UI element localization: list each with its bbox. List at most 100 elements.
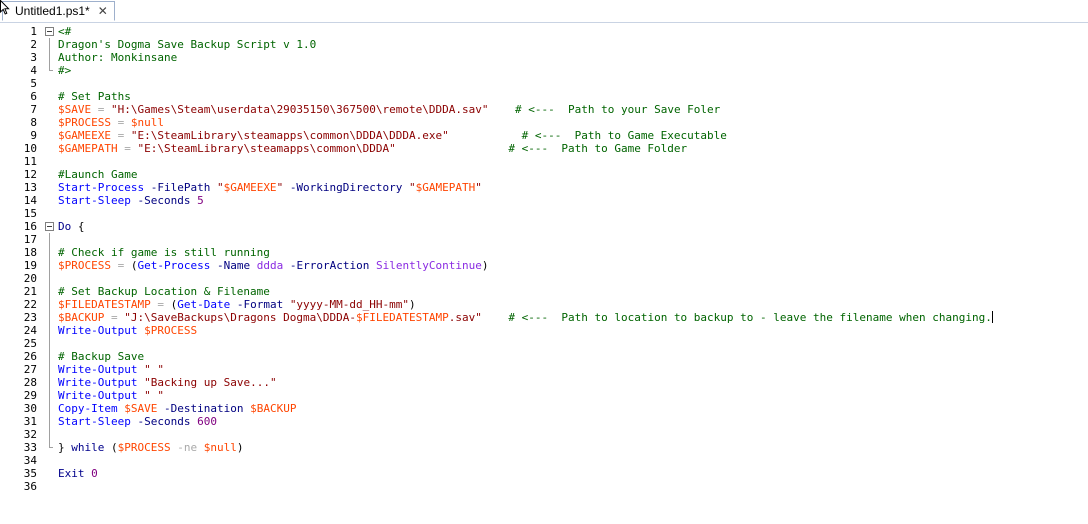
token-param: -WorkingDirectory <box>289 181 403 194</box>
fold-guide <box>45 337 54 350</box>
token-num: 600 <box>197 415 217 428</box>
code-line[interactable]: 31 Start-Sleep -Seconds 600 <box>0 415 1088 428</box>
code-line[interactable]: 6 # Set Paths <box>0 90 1088 103</box>
token-var: $FILEDATESTAMP <box>356 311 449 324</box>
token-kw: Exit <box>58 467 85 480</box>
code-text: Start-Sleep -Seconds 5 <box>58 194 204 207</box>
code-line[interactable]: 35 Exit 0 <box>0 467 1088 480</box>
code-text: Author: Monkinsane <box>58 51 177 64</box>
code-line[interactable]: 2 Dragon's Dogma Save Backup Script v 1.0 <box>0 38 1088 51</box>
token-var: $GAMEPATH <box>58 142 118 155</box>
line-number: 19 <box>23 259 37 272</box>
line-number: 11 <box>23 155 37 168</box>
code-line[interactable]: 3 Author: Monkinsane <box>0 51 1088 64</box>
token-comment: #Launch Game <box>58 168 138 181</box>
line-number: 18 <box>23 246 37 259</box>
code-line[interactable]: 18 # Check if game is still running <box>0 246 1088 259</box>
code-line[interactable]: 1 <# <box>0 25 1088 38</box>
token-comment: # <--- Path to location to backup to - l… <box>508 311 992 324</box>
code-line[interactable]: 23 $BACKUP = "J:\SaveBackups\Dragons Dogm… <box>0 311 1088 324</box>
code-line[interactable]: 14 Start-Sleep -Seconds 5 <box>0 194 1088 207</box>
code-line[interactable]: 11 <box>0 155 1088 168</box>
token-comment: Author: Monkinsane <box>58 51 178 64</box>
token-plain: ) <box>236 441 244 454</box>
tab-bar: Untitled1.ps1* ✕ <box>0 0 1088 23</box>
script-editor[interactable]: 1 <# 2 Dragon's Dogma Save Backup Script v … <box>0 23 1088 524</box>
code-line[interactable]: 5 <box>0 77 1088 90</box>
code-text: $GAMEEXE = "E:\SteamLibrary\steamapps\co… <box>58 129 727 142</box>
fold-guide <box>45 259 54 272</box>
code-line[interactable]: 22 $FILEDATESTAMP = (Get-Date -Format "yy… <box>0 298 1088 311</box>
code-line[interactable]: 27 Write-Output " " <box>0 363 1088 376</box>
code-line[interactable]: 13 Start-Process -FilePath "$GAMEEXE" -Wo… <box>0 181 1088 194</box>
token-op: = <box>117 142 138 155</box>
token-var: $FILEDATESTAMP <box>58 298 151 311</box>
code-line[interactable]: 30 Copy-Item $SAVE -Destination $BACKUP <box>0 402 1088 415</box>
token-num: 0 <box>91 467 98 480</box>
close-icon[interactable]: ✕ <box>98 5 108 17</box>
code-line[interactable]: 29 Write-Output " " <box>0 389 1088 402</box>
code-line[interactable]: 33} while ($PROCESS -ne $null) <box>0 441 1088 454</box>
code-line[interactable]: 8 $PROCESS = $null <box>0 116 1088 129</box>
token-op: = <box>150 298 171 311</box>
code-line[interactable]: 32 <box>0 428 1088 441</box>
code-line[interactable]: 7 $SAVE = "H:\Games\Steam\userdata\290351… <box>0 103 1088 116</box>
line-number: 10 <box>23 142 37 155</box>
token-comment: # Set Backup Location & Filename <box>58 285 270 298</box>
fold-collapse-icon[interactable] <box>45 25 54 38</box>
token-cmd: Get-Date <box>177 298 231 311</box>
code-text: #> <box>58 64 71 77</box>
code-line[interactable]: 28 Write-Output "Backing up Save..." <box>0 376 1088 389</box>
code-line[interactable]: 25 <box>0 337 1088 350</box>
line-number: 22 <box>23 298 37 311</box>
code-text: <# <box>58 25 71 38</box>
token-cmd: Write-Output <box>58 376 138 389</box>
code-line[interactable]: 9 $GAMEEXE = "E:\SteamLibrary\steamapps\c… <box>0 129 1088 142</box>
code-line[interactable]: 12 #Launch Game <box>0 168 1088 181</box>
line-number: 3 <box>30 51 37 64</box>
token-str: "H:\Games\Steam\userdata\29035150\367500… <box>111 103 489 116</box>
token-op: = <box>110 116 131 129</box>
line-number: 17 <box>23 233 37 246</box>
token-str: " " <box>144 389 164 402</box>
line-number: 32 <box>23 428 37 441</box>
code-line[interactable]: 26 # Backup Save <box>0 350 1088 363</box>
code-line[interactable]: 21 # Set Backup Location & Filename <box>0 285 1088 298</box>
token-member: ddda <box>256 259 284 272</box>
token-str: "Backing up Save..." <box>144 376 277 389</box>
code-line[interactable]: 36 <box>0 480 1088 493</box>
token-str: "J:\SaveBackups\Dragons Dogma\DDDA- <box>124 311 357 324</box>
code-line[interactable]: 19 $PROCESS = (Get-Process -Name ddda -Er… <box>0 259 1088 272</box>
code-line[interactable]: 20 <box>0 272 1088 285</box>
code-line[interactable]: 34 <box>0 454 1088 467</box>
token-str: " " <box>144 363 164 376</box>
code-line[interactable]: 16 Do { <box>0 220 1088 233</box>
fold-collapse-icon[interactable] <box>45 220 54 233</box>
line-number: 24 <box>23 324 37 337</box>
tab-untitled1[interactable]: Untitled1.ps1* ✕ <box>2 1 115 21</box>
token-cmd: Start-Sleep <box>58 415 131 428</box>
token-var: $BACKUP <box>58 311 105 324</box>
token-plain: } <box>58 441 72 454</box>
code-line[interactable]: 10 $GAMEPATH = "E:\SteamLibrary\steamapps… <box>0 142 1088 155</box>
token-op: = <box>110 129 131 142</box>
line-number: 13 <box>23 181 37 194</box>
fold-guide <box>45 311 54 324</box>
line-number: 29 <box>23 389 37 402</box>
code-line[interactable]: 4 #> <box>0 64 1088 77</box>
code-line[interactable]: 24 Write-Output $PROCESS <box>0 324 1088 337</box>
token-comment: # Check if game is still running <box>58 246 270 259</box>
line-number: 21 <box>23 285 37 298</box>
token-cmd: Write-Output <box>58 324 138 337</box>
code-line[interactable]: 15 <box>0 207 1088 220</box>
code-line[interactable]: 17 <box>0 233 1088 246</box>
token-param: -FilePath <box>150 181 211 194</box>
line-number: 33 <box>23 441 37 454</box>
code-text: Write-Output " " <box>58 389 164 402</box>
line-number: 14 <box>23 194 37 207</box>
line-number: 30 <box>23 402 37 415</box>
